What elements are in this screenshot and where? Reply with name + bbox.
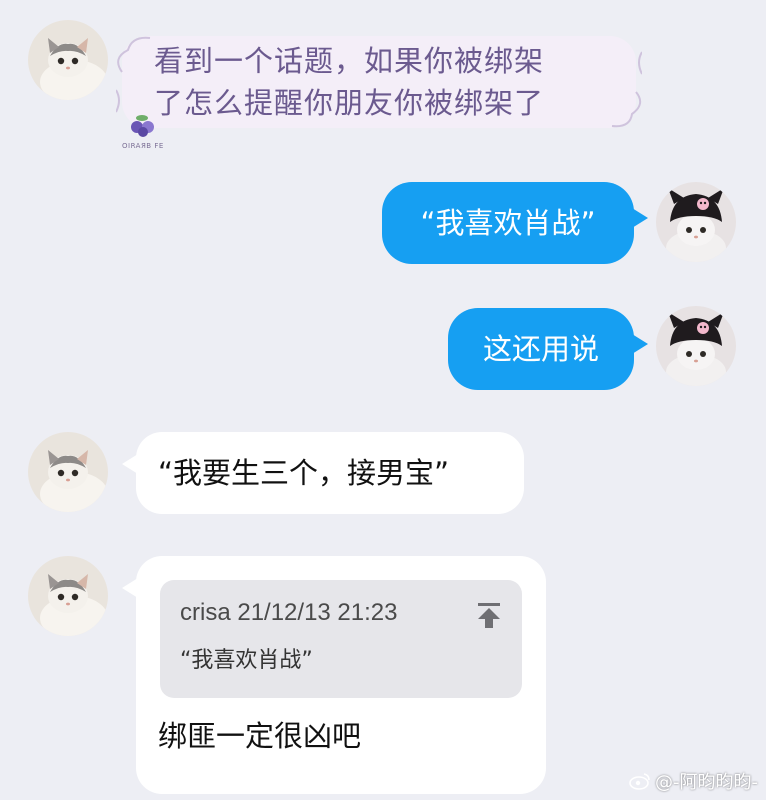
quoted-text: “我喜欢肖战” — [180, 648, 313, 673]
my-avatar[interactable] — [656, 306, 736, 386]
sticker-label: OIRAЯB FE — [122, 142, 164, 150]
message-line: 看到一个话题，如果你被绑架 — [154, 44, 545, 78]
quoted-message-meta: crisa 21/12/13 21:23 — [180, 598, 398, 628]
bubble-tail — [122, 454, 138, 474]
watermark-text: @-阿昀昀昀- — [655, 772, 758, 793]
cat-avatar-icon — [28, 432, 108, 512]
cat-avatar-icon — [28, 20, 108, 100]
contact-avatar[interactable] — [28, 432, 108, 512]
quoted-message[interactable]: crisa 21/12/13 21:23 “我喜欢肖战” — [160, 580, 522, 698]
cat-avatar-icon — [28, 556, 108, 636]
themed-message-bubble[interactable]: 看到一个话题，如果你被绑架 了怎么提醒你朋友你被绑架了 OIRAЯB FE — [116, 32, 642, 150]
quoted-author: crisa — [180, 599, 231, 626]
bubble-sticker: OIRAЯB FE — [122, 112, 164, 150]
quoted-timestamp: 21/12/13 21:23 — [237, 599, 398, 626]
bubble-tail — [632, 208, 648, 228]
message-text: 这还用说 — [482, 332, 599, 366]
message-text: “我要生三个，接男宝” — [158, 456, 450, 490]
blueberry-icon — [131, 115, 154, 137]
message-line: 了怎么提醒你朋友你被绑架了 — [154, 86, 545, 120]
sent-message-bubble[interactable]: “我喜欢肖战” — [382, 182, 648, 264]
cat-hat-avatar-icon — [656, 306, 736, 386]
reply-message-bubble[interactable]: crisa 21/12/13 21:23 “我喜欢肖战” 绑匪一定很凶吧 — [122, 556, 546, 794]
my-avatar[interactable] — [656, 182, 736, 262]
cat-hat-avatar-icon — [656, 182, 736, 262]
weibo-icon — [629, 773, 650, 790]
bubble-tail — [122, 578, 138, 598]
jump-to-message-icon[interactable] — [474, 600, 504, 630]
message-text: 看到一个话题，如果你被绑架 了怎么提醒你朋友你被绑架了 — [154, 40, 624, 124]
bubble-tail — [632, 334, 648, 354]
message-text: 绑匪一定很凶吧 — [158, 719, 362, 753]
watermark: @-阿昀昀昀- — [629, 768, 758, 794]
contact-avatar[interactable] — [28, 20, 108, 100]
contact-avatar[interactable] — [28, 556, 108, 636]
received-message-bubble[interactable]: “我要生三个，接男宝” — [122, 432, 524, 514]
message-text: “我喜欢肖战” — [420, 206, 596, 240]
sent-message-bubble[interactable]: 这还用说 — [448, 308, 648, 390]
